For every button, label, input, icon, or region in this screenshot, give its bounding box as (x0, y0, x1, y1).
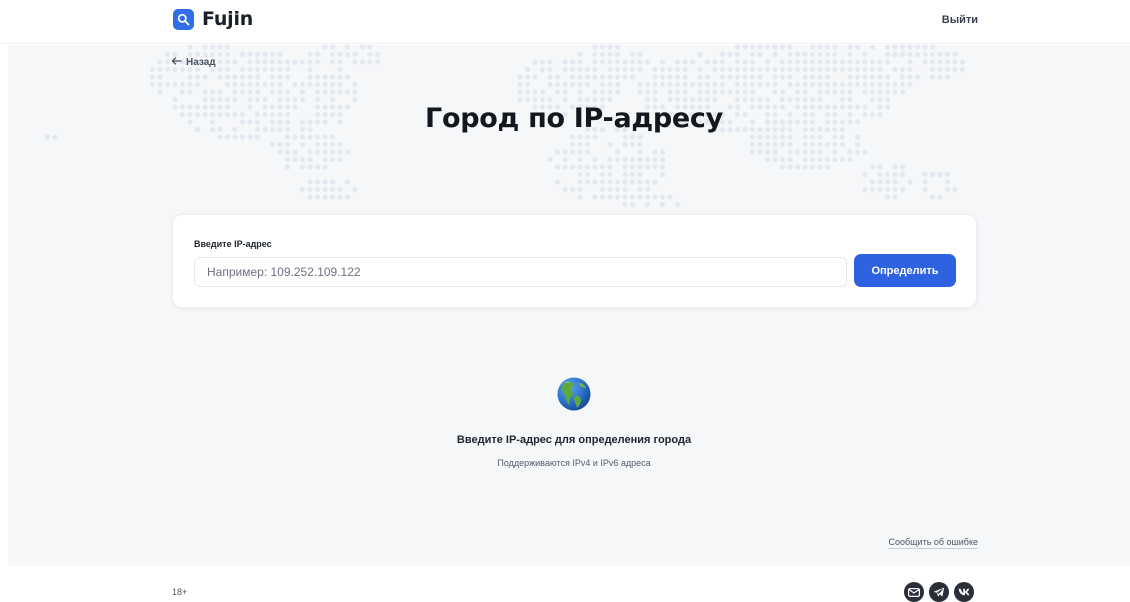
logo-text: Fujin (202, 8, 254, 30)
ip-lookup-form: Введите IP-адрес Определить (172, 214, 977, 308)
site-footer: 18+ (0, 566, 1130, 602)
logo-link[interactable]: Fujin (173, 8, 253, 30)
globe-americas-icon (557, 377, 591, 411)
back-label: Назад (186, 57, 216, 68)
report-error-link[interactable]: Сообщить об ошибке (888, 537, 978, 549)
logout-link[interactable]: Выйти (942, 14, 978, 26)
age-rating: 18+ (172, 587, 188, 597)
telegram-icon[interactable] (929, 582, 949, 602)
detect-button[interactable]: Определить (854, 254, 956, 287)
main-content: Назад Город по IP-адресу Введите IP-адре… (8, 45, 1130, 566)
arrow-left-icon (171, 57, 182, 68)
back-link[interactable]: Назад (171, 57, 216, 68)
empty-state-title: Введите IP-адрес для определения города (456, 434, 692, 446)
page-title: Город по IP-адресу (425, 103, 723, 134)
social-links (904, 582, 974, 602)
ip-input[interactable] (194, 257, 847, 287)
site-header: Fujin Выйти (0, 0, 1130, 44)
empty-state-subtitle: Поддерживаются IPv4 и IPv6 адреса (497, 458, 651, 468)
mail-icon[interactable] (904, 582, 924, 602)
search-icon (173, 8, 194, 30)
ip-field-label: Введите IP-адрес (194, 239, 272, 249)
vk-icon[interactable] (954, 582, 974, 602)
